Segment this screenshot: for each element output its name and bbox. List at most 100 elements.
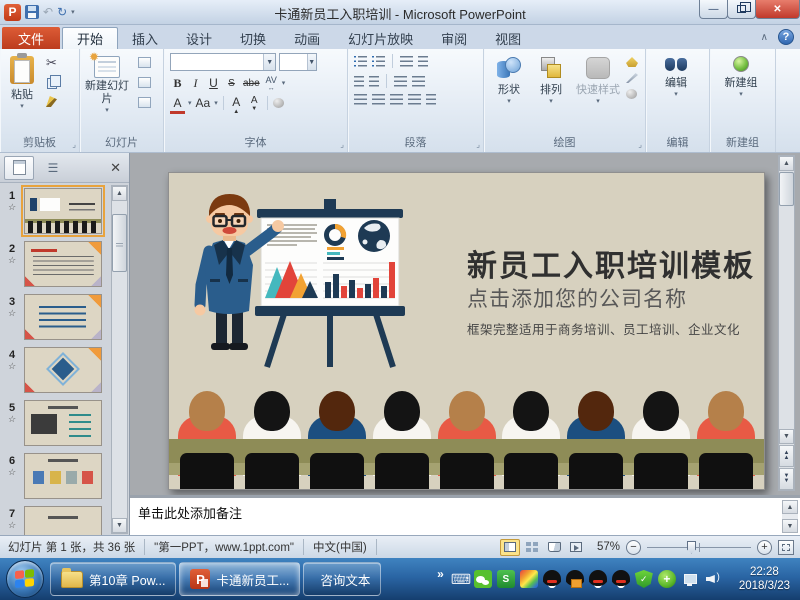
font-size-dropdown-icon[interactable]: ▼ [307, 54, 316, 70]
new-slide-button[interactable]: 新建幻灯片 ▾ [80, 52, 134, 113]
notes-scroll-down-icon[interactable]: ▼ [782, 519, 798, 533]
shape-outline-icon[interactable] [626, 73, 638, 83]
next-slide-button[interactable]: ▼▼ [779, 468, 794, 490]
slide-subtitle[interactable]: 点击添加您的公司名称 [467, 283, 687, 313]
taskbar-button[interactable]: P 卡通新员工... [179, 562, 300, 596]
shape-effects-icon[interactable] [626, 89, 637, 99]
ribbon-tab[interactable]: 动画 [280, 27, 334, 49]
previous-slide-button[interactable]: ▲▲ [779, 445, 794, 467]
ribbon-tab[interactable]: 视图 [481, 27, 535, 49]
wechat-icon[interactable] [474, 570, 492, 588]
decrease-indent-icon[interactable] [354, 76, 364, 87]
section-icon[interactable] [138, 97, 151, 108]
qq-icon[interactable] [589, 570, 607, 588]
font-name-input[interactable] [171, 54, 263, 70]
notes-scrollbar[interactable]: ▲ ▼ [782, 500, 798, 533]
slide-thumbnail[interactable] [24, 294, 102, 340]
notes-pane[interactable]: 单击此处添加备注 ▲ ▼ [130, 495, 800, 535]
font-name-combo[interactable]: ▼ [170, 53, 276, 71]
slide-sorter-button[interactable] [522, 539, 542, 556]
slide-thumbnail[interactable] [24, 347, 102, 393]
clear-formatting-icon[interactable] [273, 98, 284, 108]
smartart-convert-icon[interactable] [426, 94, 436, 105]
notes-placeholder[interactable]: 单击此处添加备注 [138, 503, 242, 522]
shield360-icon[interactable] [635, 570, 653, 588]
taskbar-clock[interactable]: 22:28 2018/3/23 [727, 565, 800, 593]
zoom-level[interactable]: 57% [592, 541, 620, 553]
ribbon-tab[interactable]: 切换 [226, 27, 280, 49]
paragraph-dialog-launcher-icon[interactable]: ⌟ [476, 140, 480, 149]
align-right-icon[interactable] [390, 94, 403, 105]
slide-thumbnail-row[interactable]: 6 ☆ [0, 453, 110, 499]
font-size-input[interactable] [280, 54, 307, 70]
shadow-button[interactable]: S [224, 75, 239, 91]
taskbar-button[interactable]: 第10章 Pow... [50, 562, 176, 596]
increase-indent-icon[interactable] [369, 76, 379, 87]
restore-button[interactable] [727, 0, 756, 19]
slide-count-status[interactable]: 幻灯片 第 1 张，共 36 张 [0, 539, 135, 555]
slide-thumbnail[interactable] [24, 400, 102, 446]
ribbon-tab[interactable]: 开始 [62, 27, 118, 49]
slide-thumbnail-row[interactable]: 5 ☆ [0, 400, 110, 446]
reading-view-button[interactable] [544, 539, 564, 556]
editor-scrollbar[interactable]: ▲ ▼ ▲▲ ▼▼ [778, 155, 795, 491]
file-tab[interactable]: 文件 [2, 27, 60, 49]
ribbon-tab[interactable]: 审阅 [427, 27, 481, 49]
italic-button[interactable]: I [188, 75, 203, 91]
ribbon-tab[interactable]: 插入 [118, 27, 172, 49]
panel-scroll-up-icon[interactable]: ▲ [112, 186, 127, 201]
tab-outline[interactable]: ☰ [38, 156, 68, 180]
justify-icon[interactable] [408, 94, 421, 105]
qq-briefcase-icon[interactable] [566, 570, 584, 588]
slide-thumbnail[interactable] [24, 188, 102, 234]
slide-title[interactable]: 新员工入职培训模板 [467, 241, 755, 285]
rainbow-icon[interactable] [520, 570, 538, 588]
zoom-in-button[interactable]: + [757, 540, 772, 555]
slide-thumbnail[interactable] [24, 506, 102, 535]
help-icon[interactable]: ? [778, 29, 794, 45]
network-icon[interactable] [681, 570, 699, 588]
notes-scroll-up-icon[interactable]: ▲ [782, 500, 798, 514]
bold-button[interactable]: B [170, 75, 185, 91]
volume-icon[interactable] [704, 570, 722, 588]
shape-fill-icon[interactable] [626, 57, 638, 67]
slide-thumbnail[interactable] [24, 241, 102, 287]
qq-icon[interactable] [543, 570, 561, 588]
slide-thumbnail-row[interactable]: 2 ☆ [0, 241, 110, 287]
drawing-dialog-launcher-icon[interactable]: ⌟ [638, 140, 642, 149]
layout-icon[interactable] [138, 57, 151, 68]
minimize-button[interactable]: — [699, 0, 728, 19]
underline-button[interactable]: U [206, 75, 221, 91]
keyboard-icon[interactable] [451, 570, 469, 588]
editor-scroll-down-icon[interactable]: ▼ [779, 429, 794, 444]
numbering-icon[interactable] [372, 56, 385, 67]
close-button[interactable]: ✕ [755, 0, 800, 19]
clipboard-dialog-launcher-icon[interactable]: ⌟ [72, 140, 76, 149]
cut-icon[interactable]: ✂ [46, 55, 57, 71]
slideshow-button[interactable] [566, 539, 586, 556]
tab-slides[interactable] [4, 156, 34, 180]
panel-scroll-thumb[interactable] [112, 214, 127, 272]
zoom-slider-thumb[interactable] [687, 541, 696, 554]
ribbon-tab[interactable]: 设计 [172, 27, 226, 49]
slide-thumbnail-row[interactable]: 7 ☆ [0, 506, 110, 535]
slide-thumbnail-row[interactable]: 4 ☆ [0, 347, 110, 393]
format-painter-icon[interactable] [46, 96, 57, 107]
panel-close-icon[interactable]: ✕ [110, 160, 125, 176]
qq-icon[interactable] [612, 570, 630, 588]
start-button[interactable] [6, 560, 44, 598]
reset-icon[interactable] [138, 77, 151, 88]
strikethrough-button[interactable]: abe [242, 75, 261, 91]
panel-scrollbar[interactable]: ▲ ▼ [111, 185, 128, 534]
font-dialog-launcher-icon[interactable]: ⌟ [340, 140, 344, 149]
slide-thumbnail-row[interactable]: 1 ☆ [0, 188, 110, 234]
font-color-button[interactable]: A [170, 95, 185, 111]
shrink-font-button[interactable]: A▼ [247, 95, 262, 111]
bullets-icon[interactable] [354, 56, 367, 67]
columns-icon[interactable] [394, 76, 407, 87]
change-case-button[interactable]: Aa [195, 95, 212, 111]
zoom-slider[interactable] [647, 540, 751, 555]
taskbar-button[interactable]: 咨询文本 [303, 562, 381, 596]
char-spacing-button[interactable]: AV↔ [264, 75, 279, 91]
collapse-ribbon-icon[interactable]: ∧ [761, 32, 768, 43]
